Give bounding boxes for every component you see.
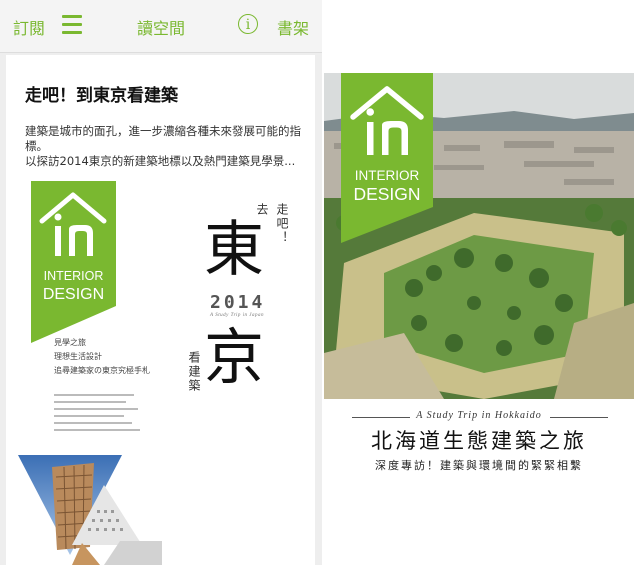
cover-year-subtitle: A Study Trip in Japan [210, 313, 265, 318]
hamburger-menu-icon[interactable] [62, 15, 82, 35]
cover-fine-print [54, 394, 140, 431]
feature-line: 見學之旅 [54, 338, 86, 347]
description-line: 建築是城市的面孔，進一步濃縮各種未來發展可能的指標。 [25, 124, 301, 153]
feature-line: 追尋建築家の東京究極手札 [54, 366, 150, 375]
logo-text-interior: INTERIOR [355, 168, 420, 183]
cover-big-char-tokyo-2: 京 [204, 323, 264, 393]
bookshelf-link[interactable]: 書架 [277, 15, 309, 39]
top-nav-bar: 訂閱 讀空間 i 書架 [0, 0, 322, 53]
cover-vertical-text: 走吧！ [275, 203, 289, 245]
hokkaido-magazine-cover[interactable]: INTERIOR DESIGN A Study Trip in Hokkaido… [324, 73, 634, 491]
menu-bar [62, 15, 82, 18]
menu-bar [62, 31, 82, 34]
info-icon[interactable]: i [238, 14, 258, 34]
article-page[interactable]: 走吧！到東京看建築 建築是城市的面孔，進一步濃縮各種未來發展可能的指標。 以探訪… [6, 55, 315, 565]
app-title: 讀空間 [137, 19, 186, 38]
subscribe-link[interactable]: 訂閱 [13, 15, 45, 39]
description-line: 以探訪2014東京的新建築地標以及熱門建築見學景... [25, 154, 296, 168]
article-description: 建築是城市的面孔，進一步濃縮各種未來發展可能的指標。 以探訪2014東京的新建築… [25, 124, 307, 169]
cover-subtitle: A Study Trip in Hokkaido [416, 410, 542, 421]
cover-tagline: 深度專訪！建築與環境間的緊緊相繫 [375, 459, 583, 472]
cover-title: 北海道生態建築之旅 [371, 429, 587, 453]
logo-text-interior: INTERIOR [44, 269, 104, 283]
interior-design-logo: INTERIOR DESIGN [31, 181, 116, 343]
interior-design-logo: INTERIOR DESIGN [341, 73, 433, 243]
cover-big-char-tokyo-1: 東 [204, 215, 264, 285]
building-photo-collage [18, 455, 162, 565]
logo-text-design: DESIGN [353, 184, 420, 204]
article-title: 走吧！到東京看建築 [25, 86, 178, 106]
reader-app: 訂閱 讀空間 i 書架 走吧！到東京看建築 建築是城市的面孔，進一步濃縮各種未來… [0, 0, 322, 565]
cover-feature-list: 見學之旅 理想生活設計 追尋建築家の東京究極手札 [54, 336, 150, 378]
menu-bar [62, 23, 82, 26]
cover-year: 2014 [210, 292, 266, 313]
logo-text-design: DESIGN [43, 286, 104, 303]
feature-line: 理想生活設計 [54, 352, 102, 361]
cover-vertical-text: 看建築 [187, 351, 201, 393]
